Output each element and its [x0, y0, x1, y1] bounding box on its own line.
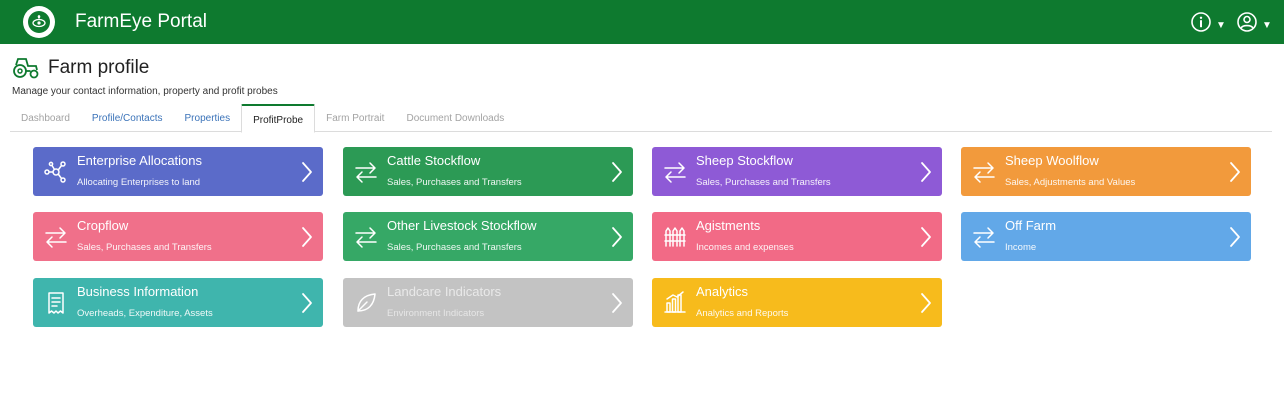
tile-subtitle: Allocating Enterprises to land — [77, 177, 201, 188]
bar-chart-icon — [662, 290, 688, 316]
chevron-right-icon — [920, 161, 932, 183]
top-app-bar: FarmEye Portal ▼ ▼ — [0, 0, 1284, 44]
transfer-arrows-icon — [971, 224, 997, 250]
tab-properties[interactable]: Properties — [174, 104, 242, 132]
receipt-icon — [43, 290, 69, 316]
chevron-right-icon — [1229, 161, 1241, 183]
chevron-down-icon: ▼ — [1216, 19, 1226, 31]
transfer-arrows-icon — [662, 159, 688, 185]
tile-title: Business Information — [77, 284, 199, 299]
tile-title: Analytics — [696, 284, 749, 299]
tile-agistments[interactable]: Agistments Incomes and expenses — [652, 212, 942, 261]
profile-tabs: Dashboard Profile/Contacts Properties Pr… — [10, 104, 1272, 133]
tile-sheep-stockflow[interactable]: Sheep Stockflow Sales, Purchases and Tra… — [652, 147, 942, 196]
chevron-right-icon — [1229, 226, 1241, 248]
transfer-arrows-icon — [353, 159, 379, 185]
tile-title: Landcare Indicators — [387, 284, 502, 299]
chevron-right-icon — [301, 292, 313, 314]
chevron-right-icon — [611, 292, 623, 314]
tab-profitprobe[interactable]: ProfitProbe — [241, 104, 316, 133]
tile-subtitle: Sales, Purchases and Transfers — [696, 177, 831, 188]
page-title: Farm profile — [48, 57, 150, 78]
chevron-right-icon — [301, 226, 313, 248]
info-icon — [1191, 12, 1211, 32]
tile-title: Sheep Woolflow — [1005, 153, 1099, 168]
transfer-arrows-icon — [43, 224, 69, 250]
tile-title: Enterprise Allocations — [77, 153, 203, 168]
farmeye-logo-icon[interactable] — [23, 6, 55, 38]
tile-sheep-woolflow[interactable]: Sheep Woolflow Sales, Adjustments and Va… — [961, 147, 1251, 196]
network-icon — [43, 159, 69, 185]
tile-subtitle: Overheads, Expenditure, Assets — [77, 308, 213, 319]
tab-dashboard[interactable]: Dashboard — [10, 104, 81, 132]
chevron-right-icon — [301, 161, 313, 183]
tile-subtitle: Sales, Purchases and Transfers — [77, 242, 212, 253]
tile-title: Sheep Stockflow — [696, 153, 793, 168]
tab-document-downloads[interactable]: Document Downloads — [395, 104, 515, 132]
chevron-right-icon — [611, 161, 623, 183]
page-header: Farm profile — [12, 56, 149, 80]
tile-cropflow[interactable]: Cropflow Sales, Purchases and Transfers — [33, 212, 323, 261]
chevron-down-icon: ▼ — [1262, 19, 1272, 31]
tile-landcare-indicators[interactable]: Landcare Indicators Environment Indicato… — [343, 278, 633, 327]
tile-enterprise-allocations[interactable]: Enterprise Allocations Allocating Enterp… — [33, 147, 323, 196]
help-menu-button[interactable]: ▼ — [1190, 11, 1226, 33]
tile-subtitle: Incomes and expenses — [696, 242, 794, 253]
chevron-right-icon — [611, 226, 623, 248]
tile-title: Agistments — [696, 218, 761, 233]
tile-subtitle: Sales, Adjustments and Values — [1005, 177, 1136, 188]
account-menu-button[interactable]: ▼ — [1236, 11, 1272, 33]
tab-farm-portrait[interactable]: Farm Portrait — [315, 104, 395, 132]
fence-icon — [662, 224, 688, 250]
app-title: FarmEye Portal — [75, 11, 207, 32]
tile-subtitle: Sales, Purchases and Transfers — [387, 242, 522, 253]
chevron-right-icon — [920, 226, 932, 248]
transfer-arrows-icon — [353, 224, 379, 250]
tile-subtitle: Analytics and Reports — [696, 308, 789, 319]
tile-title: Other Livestock Stockflow — [387, 218, 537, 233]
chevron-right-icon — [920, 292, 932, 314]
page-subtitle: Manage your contact information, propert… — [12, 86, 278, 97]
tile-analytics[interactable]: Analytics Analytics and Reports — [652, 278, 942, 327]
tractor-icon — [13, 58, 39, 79]
tile-subtitle: Environment Indicators — [387, 308, 485, 319]
user-account-icon — [1237, 12, 1257, 32]
tile-subtitle: Income — [1005, 242, 1037, 253]
tile-business-information[interactable]: Business Information Overheads, Expendit… — [33, 278, 323, 327]
tile-title: Off Farm — [1005, 218, 1057, 233]
tile-subtitle: Sales, Purchases and Transfers — [387, 177, 522, 188]
transfer-arrows-icon — [971, 159, 997, 185]
tab-profile-contacts[interactable]: Profile/Contacts — [81, 104, 174, 132]
leaf-icon — [353, 290, 379, 316]
tile-off-farm[interactable]: Off Farm Income — [961, 212, 1251, 261]
tile-cattle-stockflow[interactable]: Cattle Stockflow Sales, Purchases and Tr… — [343, 147, 633, 196]
tile-title: Cattle Stockflow — [387, 153, 481, 168]
tile-title: Cropflow — [77, 218, 129, 233]
tile-other-livestock-stockflow[interactable]: Other Livestock Stockflow Sales, Purchas… — [343, 212, 633, 261]
